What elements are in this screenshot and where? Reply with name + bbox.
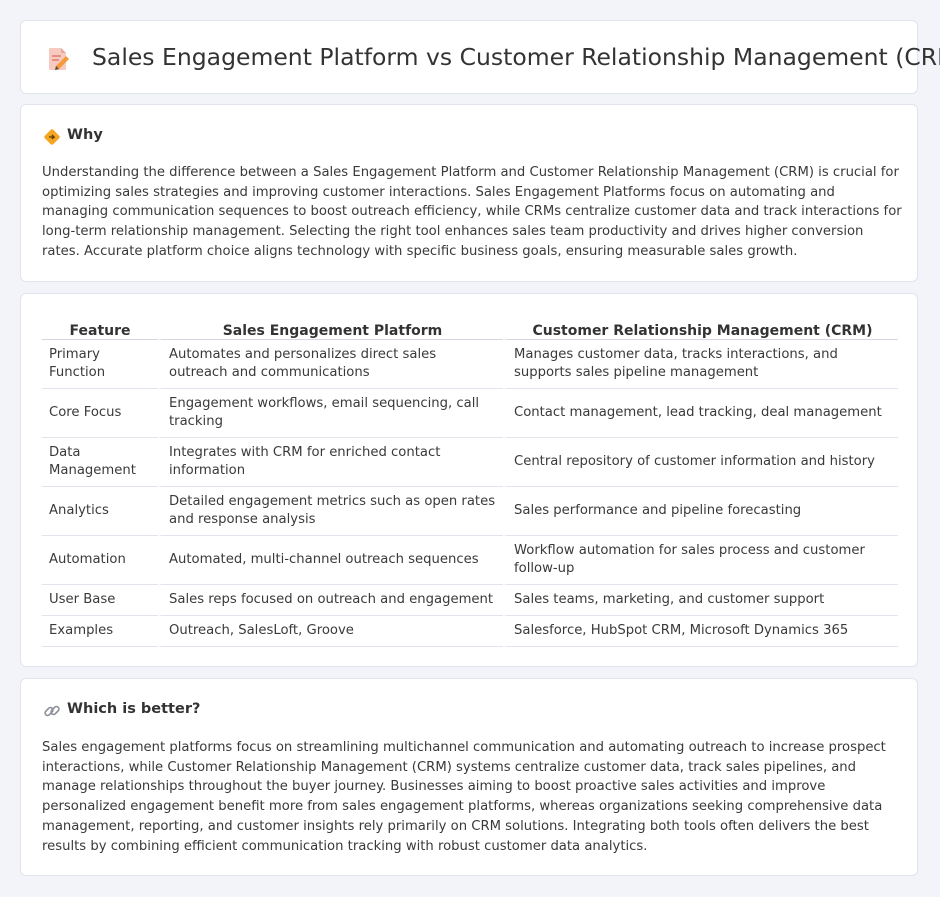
table-cell: Outreach, SalesLoft, Groove bbox=[158, 616, 503, 647]
which-is-better-section: Which is better? Sales engagement platfo… bbox=[20, 678, 918, 876]
table-cell: Automation bbox=[42, 536, 158, 585]
table-cell: Manages customer data, tracks interactio… bbox=[503, 340, 898, 389]
table-cell: Central repository of customer informati… bbox=[503, 438, 898, 487]
table-cell: Sales teams, marketing, and customer sup… bbox=[503, 585, 898, 616]
which-is-better-heading: Which is better? bbox=[67, 701, 201, 717]
why-paragraph: Understanding the difference between a S… bbox=[42, 165, 902, 259]
table-row: Automation Automated, multi-channel outr… bbox=[42, 536, 898, 585]
table-cell: Integrates with CRM for enriched contact… bbox=[158, 438, 503, 487]
table-cell: Engagement workflows, email sequencing, … bbox=[158, 389, 503, 438]
table-cell: Primary Function bbox=[42, 340, 158, 389]
table-row: Analytics Detailed engagement metrics su… bbox=[42, 487, 898, 536]
table-cell: Sales reps focused on outreach and engag… bbox=[158, 585, 503, 616]
link-icon bbox=[44, 705, 60, 717]
table-cell: Core Focus bbox=[42, 389, 158, 438]
table-cell: Data Management bbox=[42, 438, 158, 487]
table-cell: User Base bbox=[42, 585, 158, 616]
table-cell: Automated, multi-channel outreach sequen… bbox=[158, 536, 503, 585]
comparison-section: Feature Sales Engagement Platform Custom… bbox=[20, 293, 918, 667]
comparison-table: Feature Sales Engagement Platform Custom… bbox=[42, 315, 898, 647]
why-heading: Why bbox=[67, 127, 103, 143]
which-is-better-paragraph: Sales engagement platforms focus on stre… bbox=[42, 740, 886, 854]
table-cell: Salesforce, HubSpot CRM, Microsoft Dynam… bbox=[503, 616, 898, 647]
column-header-sales-engagement: Sales Engagement Platform bbox=[158, 315, 503, 340]
table-row: Core Focus Engagement workflows, email s… bbox=[42, 389, 898, 438]
table-cell: Sales performance and pipeline forecasti… bbox=[503, 487, 898, 536]
table-cell: Analytics bbox=[42, 487, 158, 536]
column-header-crm: Customer Relationship Management (CRM) bbox=[503, 315, 898, 340]
column-header-feature: Feature bbox=[42, 315, 158, 340]
header-card: Sales Engagement Platform vs Customer Re… bbox=[20, 20, 940, 94]
diamond-signpost-icon bbox=[44, 129, 60, 145]
pencil-document-icon bbox=[49, 48, 69, 70]
page-title: Sales Engagement Platform vs Customer Re… bbox=[92, 43, 940, 71]
why-section: Why Understanding the difference between… bbox=[20, 104, 918, 282]
table-cell: Examples bbox=[42, 616, 158, 647]
table-cell: Automates and personalizes direct sales … bbox=[158, 340, 503, 389]
table-row: Examples Outreach, SalesLoft, Groove Sal… bbox=[42, 616, 898, 647]
table-cell: Workflow automation for sales process an… bbox=[503, 536, 898, 585]
table-row: Data Management Integrates with CRM for … bbox=[42, 438, 898, 487]
table-cell: Detailed engagement metrics such as open… bbox=[158, 487, 503, 536]
table-row: User Base Sales reps focused on outreach… bbox=[42, 585, 898, 616]
table-cell: Contact management, lead tracking, deal … bbox=[503, 389, 898, 438]
table-header-row: Feature Sales Engagement Platform Custom… bbox=[42, 315, 898, 340]
table-row: Primary Function Automates and personali… bbox=[42, 340, 898, 389]
